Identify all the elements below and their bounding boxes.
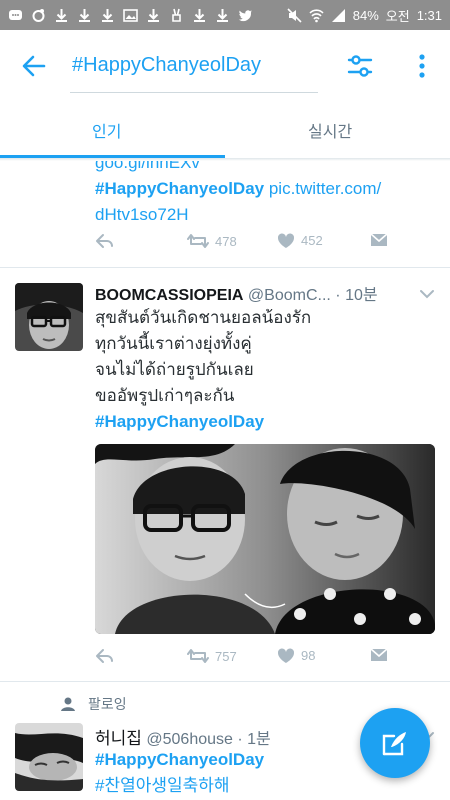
reply-button[interactable]	[95, 232, 115, 250]
avatar[interactable]	[15, 283, 83, 351]
retweet-button[interactable]: 757	[187, 647, 237, 665]
time-separator: ·	[232, 731, 248, 748]
retweet-count: 478	[215, 233, 237, 249]
victory-hand-icon	[169, 8, 184, 23]
retweet-count: 757	[215, 648, 237, 664]
timeline[interactable]: goo.gl/lnhEXv #HappyChanyeolDay pic.twit…	[0, 161, 450, 800]
sliders-icon	[347, 55, 373, 77]
wifi-icon	[309, 8, 324, 23]
search-underline	[70, 92, 318, 93]
author-handle[interactable]: @506house	[146, 731, 233, 748]
tab-live[interactable]: 실시간	[308, 118, 352, 142]
social-context-label: 팔로잉	[88, 696, 127, 712]
dm-button[interactable]	[370, 647, 388, 663]
battery-percent: 84%	[352, 7, 379, 23]
status-bar: 84% 오전 1:31	[0, 0, 450, 30]
tweet-divider	[0, 681, 450, 682]
tweet-line: ทุกวันนี้เราต่างยุ่งทั้งคู่	[95, 334, 252, 353]
download-icon	[146, 8, 161, 23]
search-query[interactable]: #HappyChanyeolDay	[72, 54, 261, 77]
search-header: #HappyChanyeolDay	[0, 30, 450, 100]
compose-tweet-button[interactable]	[360, 708, 430, 778]
retweet-icon	[187, 234, 209, 248]
sync-icon	[31, 8, 46, 23]
clock-period: 오전	[385, 8, 410, 24]
tweet-actions: 478 452	[95, 232, 395, 256]
tweet-time: 10분	[345, 287, 378, 304]
heart-icon	[277, 648, 295, 663]
mute-icon	[287, 7, 302, 23]
reply-icon	[96, 234, 113, 248]
hashtag-link[interactable]: #HappyChanyeolDay	[95, 409, 440, 435]
tab-popular[interactable]: 인기	[92, 118, 121, 142]
pic-link-tail[interactable]: dHtv1so72H	[95, 202, 435, 228]
tweet-text: goo.gl/lnhEXv #HappyChanyeolDay pic.twit…	[95, 161, 435, 228]
tweet-photo[interactable]	[95, 444, 435, 634]
search-tabs: 인기 실시간	[0, 100, 450, 158]
author-handle[interactable]: @BoomC...	[248, 287, 331, 304]
tweet-time: 1분	[247, 731, 271, 748]
more-vertical-icon	[419, 54, 425, 78]
download-icon	[215, 8, 230, 23]
system-icons: 84% 오전 1:31	[287, 6, 442, 25]
hashtag-link[interactable]: #HappyChanyeolDay	[95, 179, 264, 198]
dm-button[interactable]	[370, 232, 388, 248]
tweet-divider	[0, 267, 450, 268]
arrow-left-icon	[22, 55, 46, 77]
avatar[interactable]	[15, 723, 83, 791]
like-button[interactable]: 98	[277, 647, 315, 664]
image-icon	[123, 8, 138, 23]
download-icon	[192, 8, 207, 23]
reply-button[interactable]	[95, 647, 115, 665]
messenger-icon	[8, 8, 23, 23]
time-separator: ·	[330, 287, 346, 304]
envelope-icon	[370, 648, 388, 661]
twitter-bird-icon	[238, 8, 253, 23]
tweet-link[interactable]: goo.gl/lnhEXv	[95, 161, 435, 176]
avatar-image	[15, 283, 83, 351]
like-button[interactable]: 452	[277, 232, 323, 249]
author-name[interactable]: 허니집	[95, 729, 142, 748]
tweet-line: สุขสันต์วันเกิดชานยอลน้องรัก	[95, 308, 312, 327]
person-icon	[61, 697, 75, 711]
tweet-header: BOOMCASSIOPEIA @BoomC... · 10분	[95, 281, 440, 305]
reply-icon	[96, 649, 113, 663]
tweet-text: สุขสันต์วันเกิดชานยอลน้องรัก ทุกวันนี้เร…	[95, 305, 440, 435]
chevron-down-icon	[420, 290, 434, 299]
download-icon	[54, 8, 69, 23]
tweet-actions: 757 98	[95, 647, 395, 671]
filter-button[interactable]	[346, 52, 374, 80]
compose-tweet-icon	[382, 732, 406, 756]
download-icon	[100, 8, 115, 23]
tweet-line: ขออัพรูปเก่าๆละกัน	[95, 386, 235, 405]
avatar-image	[15, 723, 83, 791]
photo-image	[95, 444, 435, 634]
clock-time: 1:31	[416, 7, 442, 23]
social-context: 팔로잉	[60, 694, 127, 714]
notification-icons	[8, 8, 253, 23]
like-count: 452	[301, 233, 323, 248]
retweet-button[interactable]: 478	[187, 232, 237, 250]
signal-icon	[331, 8, 346, 23]
heart-icon	[277, 233, 295, 248]
tweet-menu-button[interactable]	[418, 285, 436, 303]
author-name[interactable]: BOOMCASSIOPEIA	[95, 287, 243, 304]
retweet-icon	[187, 649, 209, 663]
like-count: 98	[301, 648, 316, 663]
more-options-button[interactable]	[410, 52, 434, 80]
tweet-line: จนไม่ได้ถ่ายรูปกันเลย	[95, 360, 254, 379]
envelope-icon	[370, 233, 388, 246]
pic-link[interactable]: pic.twitter.com/	[264, 179, 381, 198]
back-button[interactable]	[20, 52, 48, 80]
download-icon	[77, 8, 92, 23]
